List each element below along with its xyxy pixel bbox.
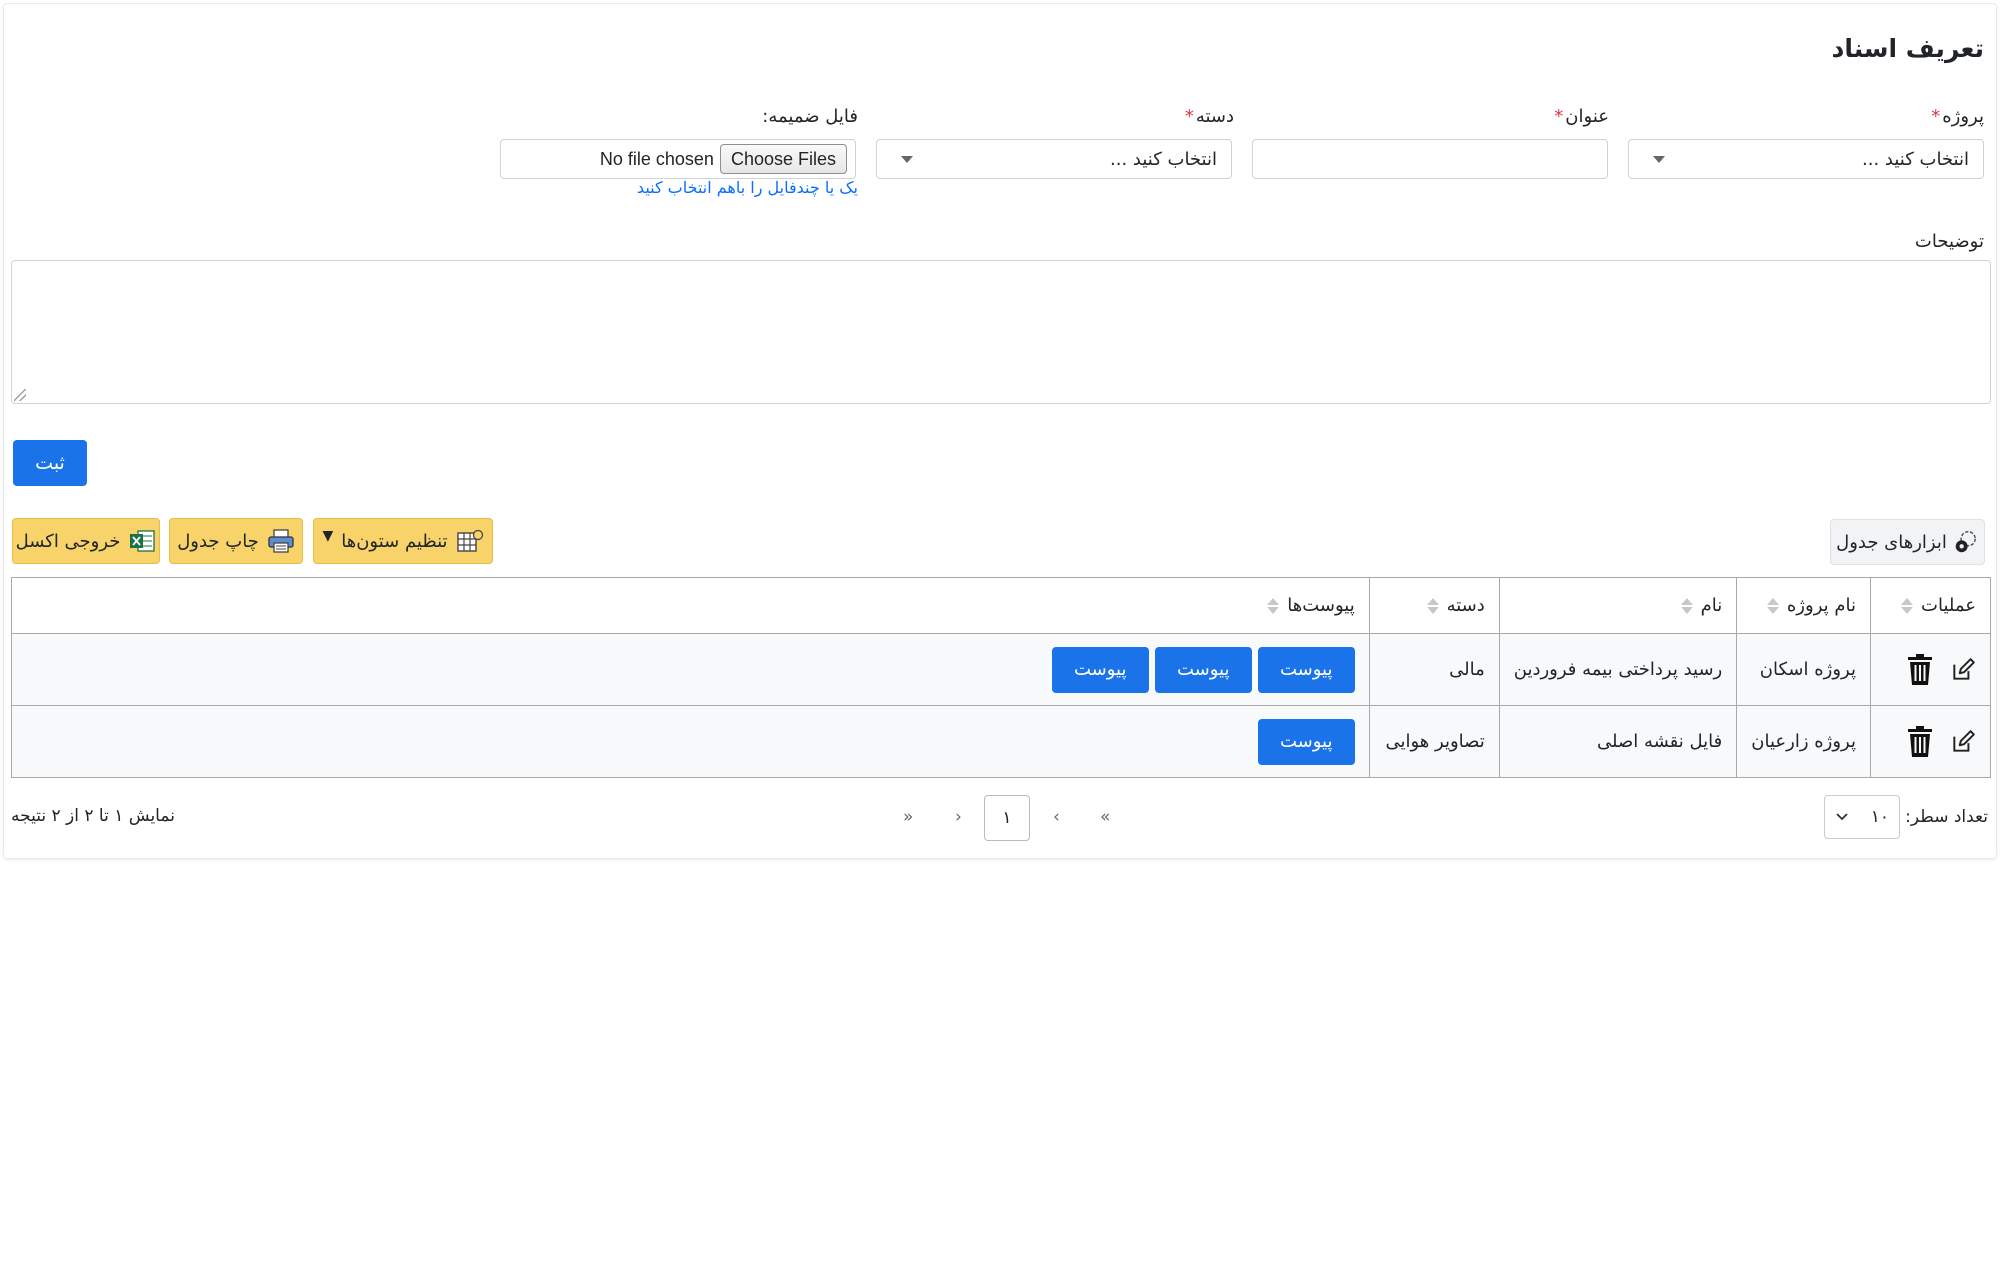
header-attachments[interactable]: پیوست‌ها <box>11 577 1370 634</box>
chevron-down-icon <box>1836 813 1848 821</box>
attachment-button[interactable]: پیوست <box>1154 646 1252 693</box>
caret-down-icon <box>1653 155 1665 163</box>
printer-icon <box>268 529 294 553</box>
title-input[interactable] <box>1252 139 1608 179</box>
project-select[interactable]: انتخاب کنید ... <box>1628 139 1984 179</box>
table-row: پروژه زارعیان فایل نقشه اصلی تصاویر هوایی پ… <box>11 705 1991 778</box>
table-tools-button[interactable]: ابزارهای جدول <box>1830 519 1985 565</box>
results-summary: نمایش ۱ تا ۲ از ۲ نتیجه <box>11 806 175 826</box>
operations-cell <box>1870 705 1991 778</box>
sort-icon <box>1267 598 1280 614</box>
rows-per-page-label: تعداد سطر: <box>1905 807 1988 827</box>
table-columns-icon <box>456 529 483 552</box>
header-operations[interactable]: عملیات <box>1870 577 1991 634</box>
attachment-label: فایل ضمیمه: <box>762 106 858 127</box>
gear-icon <box>1955 530 1976 553</box>
header-name[interactable]: نام <box>1498 577 1738 634</box>
attachments-cell: پیوست <box>11 705 1370 778</box>
attachment-button[interactable]: پیوست <box>1257 718 1355 765</box>
description-label: توضیحات <box>1914 231 1984 252</box>
project-name-cell: پروژه زارعیان <box>1736 705 1871 778</box>
description-textarea[interactable] <box>11 260 1991 404</box>
table-row: پروژه اسکان رسید پرداختی بیمه فروردین مالی… <box>11 633 1991 706</box>
page-title: تعریف اسناد <box>1831 34 1985 63</box>
print-table-label: چاپ جدول <box>177 530 259 552</box>
category-label: دسته* <box>1184 106 1234 127</box>
last-page-button[interactable]: » <box>903 807 913 827</box>
category-select[interactable]: انتخاب کنید ... <box>876 139 1232 179</box>
title-label: عنوان* <box>1554 106 1609 127</box>
trash-icon[interactable] <box>1906 725 1934 758</box>
project-name-cell: پروژه اسکان <box>1736 633 1871 706</box>
first-page-button[interactable]: « <box>1100 807 1110 827</box>
name-cell: رسید پرداختی بیمه فروردین <box>1498 633 1738 706</box>
edit-icon[interactable] <box>1950 729 1976 755</box>
next-page-button[interactable]: › <box>955 807 962 827</box>
category-select-value: انتخاب کنید ... <box>1110 148 1217 170</box>
sort-icon <box>1766 598 1779 614</box>
resize-handle[interactable] <box>14 389 26 401</box>
header-category[interactable]: دسته <box>1368 577 1500 634</box>
category-cell: مالی <box>1368 633 1500 706</box>
prev-page-button[interactable]: ‹ <box>1053 807 1060 827</box>
trash-icon[interactable] <box>1906 653 1934 686</box>
attachments-cell: پیوستپیوستپیوست <box>11 633 1370 706</box>
project-label: پروژه* <box>1931 106 1984 127</box>
sort-icon <box>1680 598 1693 614</box>
submit-button[interactable]: ثبت <box>13 440 87 486</box>
print-table-button[interactable]: چاپ جدول <box>169 518 303 564</box>
name-cell: فایل نقشه اصلی <box>1498 705 1738 778</box>
document-definition-card: تعریف اسناد پروژه* انتخاب کنید ... عنوان… <box>3 3 1997 859</box>
file-hint: یک یا چندفایل را باهم انتخاب کنید <box>636 178 858 197</box>
required-mark: * <box>1184 106 1194 127</box>
attachment-button[interactable]: پیوست <box>1257 646 1355 693</box>
category-cell: تصاویر هوایی <box>1368 705 1500 778</box>
excel-export-button[interactable]: خروجی اکسل <box>12 518 160 564</box>
required-mark: * <box>1554 106 1564 127</box>
required-mark: * <box>1931 106 1941 127</box>
file-input[interactable]: No file chosen Choose Files <box>500 139 856 179</box>
table-tools-label: ابزارهای جدول <box>1836 531 1947 553</box>
excel-export-label: خروجی اکسل <box>15 530 121 552</box>
edit-icon[interactable] <box>1950 657 1976 683</box>
table-header-row: عملیات نام پروژه نام دسته پیوست‌ها <box>11 577 1991 634</box>
current-page-button[interactable]: ۱ <box>984 795 1030 841</box>
triangle-down-icon: ▼ <box>322 528 334 544</box>
rows-per-page-value: ۱۰ <box>1870 807 1889 827</box>
attachment-button[interactable]: پیوست <box>1051 646 1149 693</box>
excel-icon <box>130 530 156 552</box>
project-select-value: انتخاب کنید ... <box>1862 148 1969 170</box>
column-settings-button[interactable]: تنظیم ستون‌ها ▼ <box>313 518 493 564</box>
operations-cell <box>1870 633 1991 706</box>
sort-icon <box>1426 598 1439 614</box>
header-project-name[interactable]: نام پروژه <box>1736 577 1871 634</box>
sort-icon <box>1901 598 1914 614</box>
rows-per-page-select[interactable]: ۱۰ <box>1824 795 1900 839</box>
documents-table: عملیات نام پروژه نام دسته پیوست‌ها پروژه… <box>11 577 1991 778</box>
choose-files-button[interactable]: Choose Files <box>719 144 847 174</box>
caret-down-icon <box>901 155 913 163</box>
column-settings-label: تنظیم ستون‌ها <box>341 530 448 552</box>
file-status: No file chosen <box>599 148 714 169</box>
